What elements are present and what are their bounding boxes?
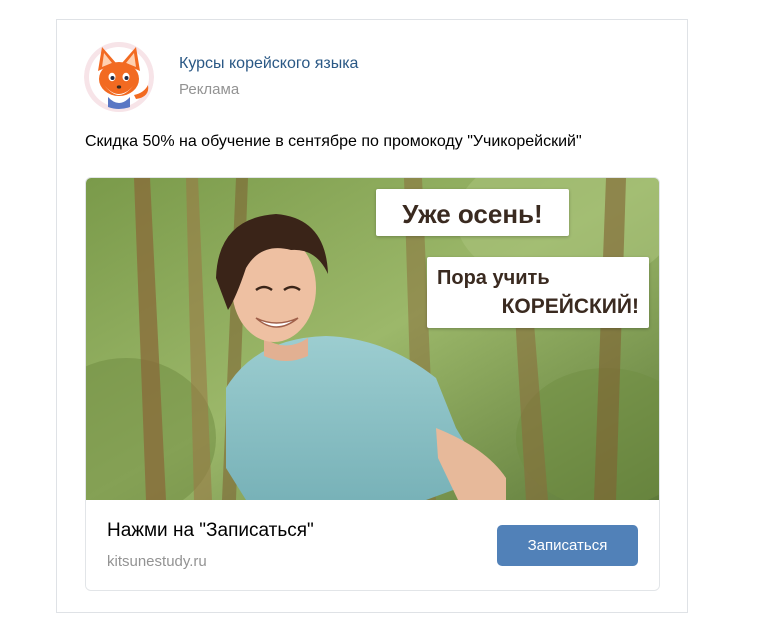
image-banner-1-text: Уже осень! bbox=[402, 199, 543, 229]
promo-title[interactable]: Нажми на "Записаться" bbox=[107, 520, 314, 542]
fox-mascot-icon bbox=[84, 42, 154, 112]
promo-footer: Нажми на "Записаться" kitsunestudy.ru За… bbox=[86, 500, 659, 590]
post-header: Курсы корейского языка Реклама bbox=[84, 41, 644, 113]
ad-label: Реклама bbox=[179, 81, 240, 98]
post-text: Скидка 50% на обучение в сентябре по про… bbox=[85, 133, 582, 150]
group-avatar[interactable] bbox=[84, 41, 154, 113]
image-banner-2-line2: КОРЕЙСКИЙ! bbox=[501, 295, 639, 318]
promo-block[interactable]: Уже осень! Пора учить КОРЕЙСКИЙ! Нажми н… bbox=[85, 177, 660, 591]
forest-photo bbox=[86, 178, 659, 500]
image-banner-2-line1: Пора учить bbox=[437, 267, 550, 289]
image-banner-2: Пора учить КОРЕЙСКИЙ! bbox=[427, 257, 649, 328]
group-name-link[interactable]: Курсы корейского языка bbox=[179, 55, 358, 73]
ad-post-card: Курсы корейского языка Реклама Скидка 50… bbox=[56, 19, 688, 613]
signup-button[interactable]: Записаться bbox=[497, 525, 638, 566]
promo-image[interactable]: Уже осень! Пора учить КОРЕЙСКИЙ! bbox=[86, 178, 659, 500]
promo-domain[interactable]: kitsunestudy.ru bbox=[107, 553, 207, 570]
image-banner-1: Уже осень! bbox=[376, 189, 569, 236]
